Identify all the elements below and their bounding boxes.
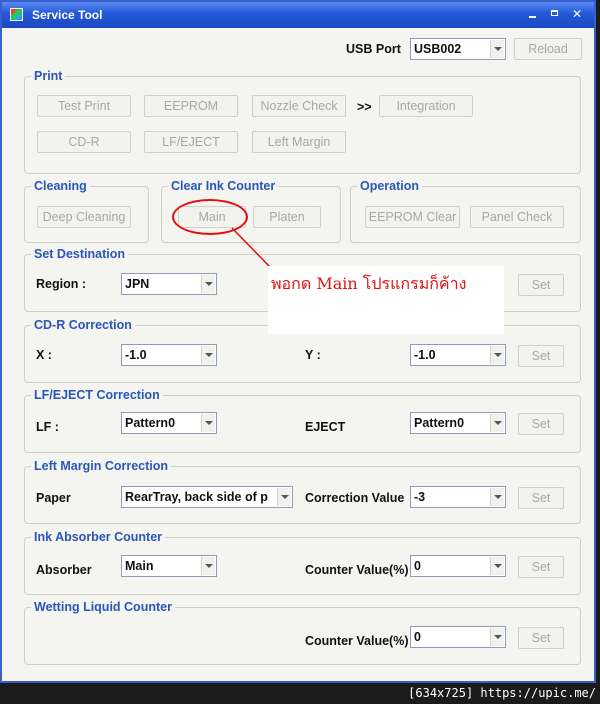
- image-host-footer: [634x725] https://upic.me/: [408, 686, 596, 700]
- nozzle-check-button[interactable]: Nozzle Check: [252, 95, 346, 117]
- correction-value-select[interactable]: -3: [410, 486, 506, 508]
- y-label: Y :: [305, 348, 321, 362]
- integration-arrow: >>: [357, 100, 372, 114]
- reload-button[interactable]: Reload: [514, 38, 582, 60]
- left-margin-correction-legend: Left Margin Correction: [31, 458, 172, 474]
- wetting-liquid-set-button[interactable]: Set: [518, 627, 564, 649]
- y-value: -1.0: [414, 348, 436, 362]
- absorber-value: Main: [125, 559, 154, 573]
- app-icon: [10, 8, 23, 21]
- chevron-down-icon[interactable]: [490, 346, 504, 364]
- correction-value-value: -3: [414, 490, 426, 504]
- chevron-down-icon[interactable]: [201, 414, 215, 432]
- absorber-counter-value-select[interactable]: 0: [410, 555, 506, 577]
- integration-button[interactable]: Integration: [379, 95, 473, 117]
- left-margin-button[interactable]: Left Margin: [252, 131, 346, 153]
- lf-select[interactable]: Pattern0: [121, 412, 217, 434]
- absorber-counter-value-label: Counter Value(%): [305, 563, 409, 577]
- wetting-counter-value-label: Counter Value(%): [305, 634, 409, 648]
- usb-port-value: USB002: [414, 42, 462, 56]
- region-label: Region :: [36, 277, 86, 291]
- lf-value: Pattern0: [125, 416, 176, 430]
- x-value: -1.0: [125, 348, 147, 362]
- platen-button[interactable]: Platen: [253, 206, 321, 228]
- chevron-down-icon[interactable]: [201, 275, 215, 293]
- lf-eject-correction-legend: LF/EJECT Correction: [31, 387, 163, 403]
- absorber-counter-value: 0: [414, 559, 421, 573]
- cleaning-legend: Cleaning: [31, 178, 90, 194]
- chevron-down-icon[interactable]: [490, 488, 504, 506]
- eeprom-button[interactable]: EEPROM: [144, 95, 238, 117]
- paper-value: RearTray, back side of p: [125, 490, 268, 504]
- cdr-correction-legend: CD-R Correction: [31, 317, 135, 333]
- absorber-select[interactable]: Main: [121, 555, 217, 577]
- chevron-down-icon[interactable]: [201, 557, 215, 575]
- x-select[interactable]: -1.0: [121, 344, 217, 366]
- y-select[interactable]: -1.0: [410, 344, 506, 366]
- minimize-icon: [529, 16, 536, 18]
- highlight-ellipse: [172, 199, 248, 235]
- chevron-down-icon[interactable]: [490, 628, 504, 646]
- service-tool-window: Service Tool ✕ USB Port USB002 Reload Pr…: [0, 0, 596, 683]
- region-select[interactable]: JPN: [121, 273, 217, 295]
- chevron-down-icon[interactable]: [201, 346, 215, 364]
- ink-absorber-counter-legend: Ink Absorber Counter: [31, 529, 166, 545]
- maximize-button[interactable]: [547, 7, 563, 21]
- usb-port-select[interactable]: USB002: [410, 38, 506, 60]
- x-label: X :: [36, 348, 52, 362]
- operation-legend: Operation: [357, 178, 423, 194]
- close-button[interactable]: ✕: [569, 7, 585, 21]
- cdr-button[interactable]: CD-R: [37, 131, 131, 153]
- chevron-down-icon[interactable]: [490, 414, 504, 432]
- chevron-down-icon[interactable]: [277, 488, 291, 506]
- wetting-counter-value-select[interactable]: 0: [410, 626, 506, 648]
- paper-label: Paper: [36, 491, 71, 505]
- cdr-correction-set-button[interactable]: Set: [518, 345, 564, 367]
- annotation-note: พอกด Main โปรแกรมก็ค้าง: [268, 266, 504, 334]
- lf-label: LF :: [36, 420, 59, 434]
- ink-absorber-set-button[interactable]: Set: [518, 556, 564, 578]
- chevron-down-icon[interactable]: [490, 40, 504, 58]
- print-group: Print: [24, 68, 581, 174]
- close-icon: ✕: [571, 7, 583, 21]
- eject-label: EJECT: [305, 420, 346, 434]
- minimize-button[interactable]: [525, 7, 541, 21]
- left-margin-correction-set-button[interactable]: Set: [518, 487, 564, 509]
- absorber-label: Absorber: [36, 563, 92, 577]
- chevron-down-icon[interactable]: [490, 557, 504, 575]
- correction-value-label: Correction Value: [305, 491, 405, 505]
- panel-check-button[interactable]: Panel Check: [470, 206, 564, 228]
- window-title: Service Tool: [32, 8, 103, 22]
- print-legend: Print: [31, 68, 66, 84]
- title-bar[interactable]: Service Tool ✕: [2, 2, 594, 28]
- deep-cleaning-button[interactable]: Deep Cleaning: [37, 206, 131, 228]
- paper-select[interactable]: RearTray, back side of p: [121, 486, 293, 508]
- usb-port-label: USB Port: [346, 42, 401, 56]
- set-destination-legend: Set Destination: [31, 246, 128, 262]
- wetting-counter-value: 0: [414, 630, 421, 644]
- test-print-button[interactable]: Test Print: [37, 95, 131, 117]
- eject-value: Pattern0: [414, 416, 465, 430]
- lf-eject-button[interactable]: LF/EJECT: [144, 131, 238, 153]
- region-value: JPN: [125, 277, 150, 291]
- maximize-icon: [551, 10, 558, 16]
- wetting-liquid-counter-legend: Wetting Liquid Counter: [31, 599, 175, 615]
- lf-eject-correction-set-button[interactable]: Set: [518, 413, 564, 435]
- set-destination-set-button[interactable]: Set: [518, 274, 564, 296]
- eeprom-clear-button[interactable]: EEPROM Clear: [365, 206, 460, 228]
- clear-ink-counter-legend: Clear Ink Counter: [168, 178, 279, 194]
- eject-select[interactable]: Pattern0: [410, 412, 506, 434]
